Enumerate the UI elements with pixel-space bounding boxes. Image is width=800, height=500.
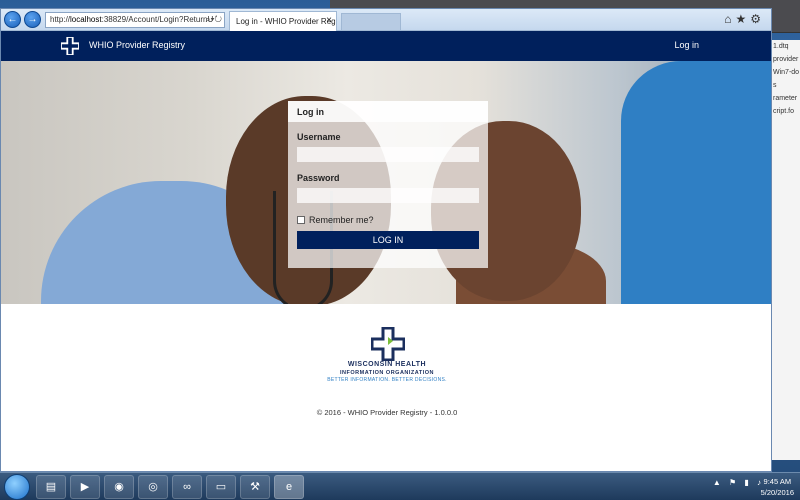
login-form: Log in Username Password Remember me? LO… [288, 101, 488, 268]
username-label: Username [297, 132, 341, 142]
back-button[interactable]: ← [4, 11, 21, 28]
browser-toolbar: ← → http://localhost:38829/Account/Login… [1, 9, 771, 31]
org-tagline: BETTER INFORMATION. BETTER DECISIONS. [327, 377, 447, 383]
gear-icon[interactable]: ⚙ [750, 12, 765, 26]
remember-checkbox[interactable] [297, 216, 305, 224]
internet-explorer-icon[interactable]: e [274, 475, 304, 499]
address-path: :38829/Account/Login?ReturnU [101, 15, 214, 24]
site-navbar: WHIO Provider Registry Log in [1, 31, 771, 61]
visual-studio-icon[interactable]: ∞ [172, 475, 202, 499]
whio-logo-icon [371, 327, 405, 361]
cmd-icon[interactable]: ▭ [206, 475, 236, 499]
search-icon[interactable]: ⌕▾↻ [206, 14, 222, 25]
address-bar[interactable]: http://localhost:38829/Account/Login?Ret… [45, 12, 225, 28]
side-panel-item: s [773, 82, 777, 89]
forward-button[interactable]: → [24, 11, 41, 28]
side-panel-item: cript.fo [773, 108, 795, 115]
password-label: Password [297, 173, 340, 183]
new-tab-button[interactable] [341, 13, 401, 31]
hero-nurse [621, 61, 771, 304]
side-panel-item: provider [773, 56, 799, 63]
login-button[interactable]: LOG IN [297, 231, 479, 249]
hero-image: Log in Username Password Remember me? LO… [1, 61, 771, 304]
explorer-icon[interactable]: ▤ [36, 475, 66, 499]
tab-title: Log in - WHIO Provider Regis... [236, 17, 337, 26]
side-panel-item: Win7-do [773, 69, 800, 76]
side-panel-item: rameter [773, 95, 798, 102]
start-button[interactable] [4, 474, 30, 500]
tab-login[interactable]: Log in - WHIO Provider Regis... × [229, 11, 337, 31]
favorites-icon[interactable]: ★ [735, 12, 750, 26]
brand-link[interactable]: WHIO Provider Registry [89, 40, 185, 50]
home-icon[interactable]: ⌂ [724, 12, 735, 26]
org-name: WISCONSIN HEALTH [347, 361, 427, 368]
nav-login-link[interactable]: Log in [674, 40, 699, 50]
remember-label: Remember me? [309, 215, 374, 225]
address-host: localhost [70, 15, 102, 24]
remember-me[interactable]: Remember me? [297, 215, 374, 225]
tools-icon[interactable]: ⚒ [240, 475, 270, 499]
org-name-line2: INFORMATION ORGANIZATION [340, 370, 434, 376]
chrome-icon[interactable]: ◉ [104, 475, 134, 499]
clock-time: 9:45 AM [763, 477, 792, 486]
system-tray-icons[interactable]: ▲ ⚑ ▮ ♪ [713, 478, 764, 487]
background-side-panel: 1.dtq provider Win7-do s rameter cript.f… [770, 40, 800, 460]
taskbar: ▤ ▶ ◉ ◎ ∞ ▭ ⚒ e ▲ ⚑ ▮ ♪ 9:45 AM 5/20/201… [0, 472, 800, 500]
side-panel-item: 1.dtq [773, 43, 789, 50]
media-player-icon[interactable]: ▶ [70, 475, 100, 499]
firefox-icon[interactable]: ◎ [138, 475, 168, 499]
username-input[interactable] [297, 147, 479, 162]
address-prefix: http:// [50, 15, 71, 24]
browser-icons: ⌂★⚙ [724, 12, 765, 26]
copyright: © 2016 - WHIO Provider Registry - 1.0.0.… [316, 408, 458, 417]
brand-logo-icon[interactable] [61, 37, 79, 55]
login-title: Log in [288, 101, 488, 122]
password-input[interactable] [297, 188, 479, 203]
clock[interactable]: 9:45 AM 5/20/2016 [761, 476, 794, 498]
browser-window: ← → http://localhost:38829/Account/Login… [0, 8, 772, 472]
close-tab-icon[interactable]: × [326, 15, 332, 26]
clock-date: 5/20/2016 [760, 488, 794, 497]
